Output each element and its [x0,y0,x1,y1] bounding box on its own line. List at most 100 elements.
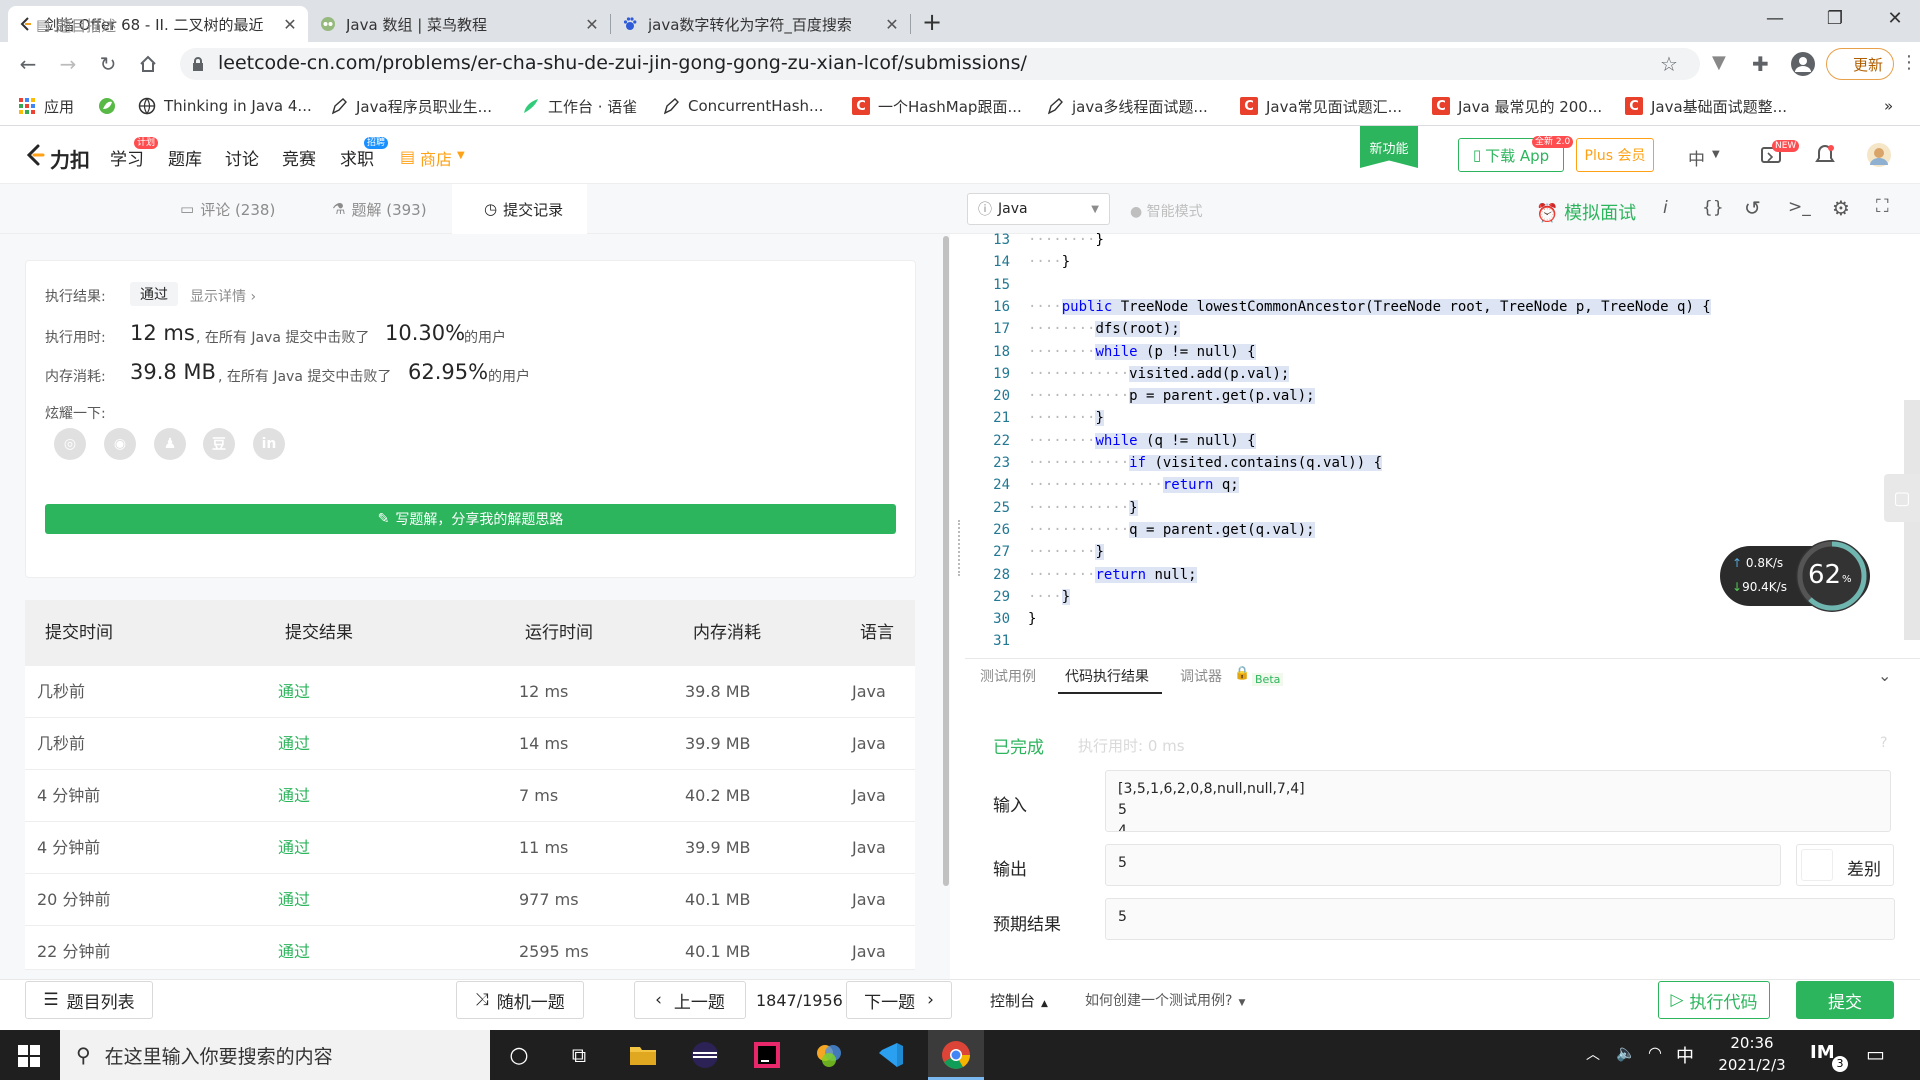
volume-icon[interactable]: 🔈 [1616,1043,1636,1062]
wifi-icon[interactable]: ◠ [1648,1043,1662,1062]
site-name[interactable]: 力扣 [50,144,90,173]
wechat-icon[interactable]: ◎ [54,428,86,460]
update-button[interactable]: 更新 [1826,48,1894,80]
next-problem-button[interactable]: 下一题 › [846,981,952,1019]
home-icon[interactable] [132,48,164,80]
table-row[interactable]: 几秒前 通过 12 ms 39.8 MB Java [25,666,915,718]
write-solution-button[interactable]: ✎ 写题解，分享我的解题思路 [45,504,896,534]
language-switch[interactable]: 中 [1688,145,1705,170]
settings-gear-icon[interactable]: ⚙ [1832,196,1850,220]
bookmarks-more[interactable]: » [1884,94,1893,118]
expected-box[interactable]: 5 [1105,898,1895,940]
submit-button[interactable]: 提交 [1796,981,1894,1019]
ime-indicator[interactable]: 中 [1676,1042,1694,1068]
problem-list-button[interactable]: ☰ 题目列表 [25,981,153,1019]
fullscreen-icon[interactable]: ⛶ [1876,196,1889,217]
output-box[interactable]: 5 [1105,844,1781,886]
table-row[interactable]: 22 分钟前 通过 2595 ms 40.1 MB Java [25,926,915,970]
tray-chevron-icon[interactable]: ︿ [1586,1044,1600,1064]
table-row[interactable]: 4 分钟前 通过 11 ms 39.9 MB Java [25,822,915,874]
im-tray-icon[interactable]: IM [1810,1042,1835,1063]
bookmark-leaf[interactable] [98,94,124,118]
clock-date[interactable]: 2021/2/3 [1704,1056,1800,1074]
extension-v-icon[interactable]: ▼ [1712,52,1726,73]
qq-icon[interactable]: ♟ [154,428,186,460]
table-row[interactable]: 20 分钟前 通过 977 ms 40.1 MB Java [25,874,915,926]
console-toggle[interactable]: 控制台 ▲ [990,990,1048,1011]
how-to-test-link[interactable]: 如何创建一个测试用例? ▼ [1085,990,1245,1010]
cell-result[interactable]: 通过 [278,822,310,874]
bookmark-item[interactable]: C 一个HashMap跟面... [852,94,1022,118]
bookmark-item[interactable]: ConcurrentHash... [662,94,823,118]
forward-icon[interactable]: → [52,48,84,80]
help-icon[interactable]: ? [1880,735,1887,751]
app-circle-icon[interactable] [812,1038,846,1072]
chrome-icon[interactable] [939,1038,973,1072]
nav-contest[interactable]: 竞赛 [282,145,316,170]
mock-interview-button[interactable]: ⏰ 模拟面试 [1536,199,1636,225]
bookmark-item[interactable]: 工作台 · 语雀 [522,94,637,118]
reset-icon[interactable]: ↺ [1744,196,1761,220]
close-window-icon[interactable]: ✕ [1865,0,1920,36]
menu-dots-icon[interactable]: ⋮ [1900,52,1918,73]
reload-icon[interactable]: ↻ [92,48,124,80]
random-problem-button[interactable]: ⤨ 随机一题 [456,981,584,1019]
url-text[interactable]: leetcode-cn.com/problems/er-cha-shu-de-z… [218,52,1027,74]
plus-member-button[interactable]: Plus 会员 [1576,138,1654,172]
bookmark-item[interactable]: C Java常见面试题汇... [1240,94,1402,118]
cortana-icon[interactable]: ○ [502,1038,536,1072]
bookmark-item[interactable]: Java程序员职业生... [330,94,492,118]
bookmark-item[interactable]: C Java基础面试题整... [1625,94,1787,118]
close-tab-icon[interactable]: ✕ [282,15,298,34]
smart-mode-toggle[interactable]: ● 智能模式 [1130,201,1203,221]
taskbar-search-box[interactable]: ⚲ 在这里输入你要搜索的内容 [60,1030,490,1080]
leetcode-logo-icon[interactable] [24,143,46,167]
eclipse-icon[interactable] [688,1038,722,1072]
browser-tab[interactable]: Java 数组 | 菜鸟教程 ✕ [310,6,610,42]
clock-time[interactable]: 20:36 [1712,1034,1792,1052]
browser-tab[interactable]: java数字转化为字符_百度搜索 ✕ [612,6,910,42]
nav-discuss[interactable]: 讨论 [225,145,259,170]
collapse-chevron-icon[interactable]: ⌄ [1878,666,1891,685]
minimize-icon[interactable]: — [1745,0,1805,36]
bookmark-item[interactable]: C Java 最常见的 200... [1432,94,1602,118]
tab-submissions[interactable]: ◷ 提交记录 [452,184,587,234]
console-tab-debugger[interactable]: 调试器 [1180,666,1222,686]
cell-result[interactable]: 通过 [278,770,310,822]
prev-problem-button[interactable]: ‹ 上一题 [634,981,746,1019]
cell-result[interactable]: 通过 [278,666,310,718]
input-box[interactable]: [3,5,1,6,2,0,8,null,null,7,4] 5 4 [1105,770,1891,832]
language-select[interactable]: ⓘ Java ▼ [967,193,1110,225]
nav-store[interactable]: 商店 [420,146,452,170]
panel-resize-handle[interactable] [958,520,962,576]
cell-result[interactable]: 通过 [278,926,310,969]
linkedin-icon[interactable]: in [253,428,285,460]
new-tab-button[interactable]: + [922,8,942,36]
douban-icon[interactable]: 豆 [203,428,235,460]
windows-start-icon[interactable] [18,1045,40,1067]
cell-result[interactable]: 通过 [278,874,310,926]
back-icon[interactable]: ← [12,48,44,80]
close-tab-icon[interactable]: ✕ [884,15,900,34]
cell-result[interactable]: 通过 [278,718,310,770]
weibo-icon[interactable]: ◉ [104,428,136,460]
vscode-icon[interactable] [874,1038,908,1072]
side-copy-icon[interactable]: ▢ [1884,474,1920,522]
diff-toggle[interactable]: 差别 [1796,844,1894,886]
tab-solutions[interactable]: ⚗ 题解 (393) [320,184,460,234]
bell-icon[interactable] [1814,143,1836,167]
braces-icon[interactable]: {} [1702,198,1724,218]
nav-problems[interactable]: 题库 [168,145,202,170]
puzzle-extension-icon[interactable]: ✚ [1752,52,1769,76]
tab-description[interactable]: ▤ 题目描述 [24,0,154,50]
user-avatar-icon[interactable] [1866,142,1892,168]
file-explorer-icon[interactable] [626,1038,660,1072]
table-row[interactable]: 几秒前 通过 14 ms 39.9 MB Java [25,718,915,770]
task-view-icon[interactable]: ⧉ [562,1038,596,1072]
console-tab-testcase[interactable]: 测试用例 [980,666,1036,686]
run-code-button[interactable]: ▷ 执行代码 [1658,981,1770,1019]
show-detail-link[interactable]: 显示详情 › [190,286,256,306]
console-tab-result[interactable]: 代码执行结果 [1065,666,1149,686]
star-bookmark-icon[interactable]: ☆ [1660,52,1678,76]
left-panel-scrollbar[interactable] [943,236,949,886]
